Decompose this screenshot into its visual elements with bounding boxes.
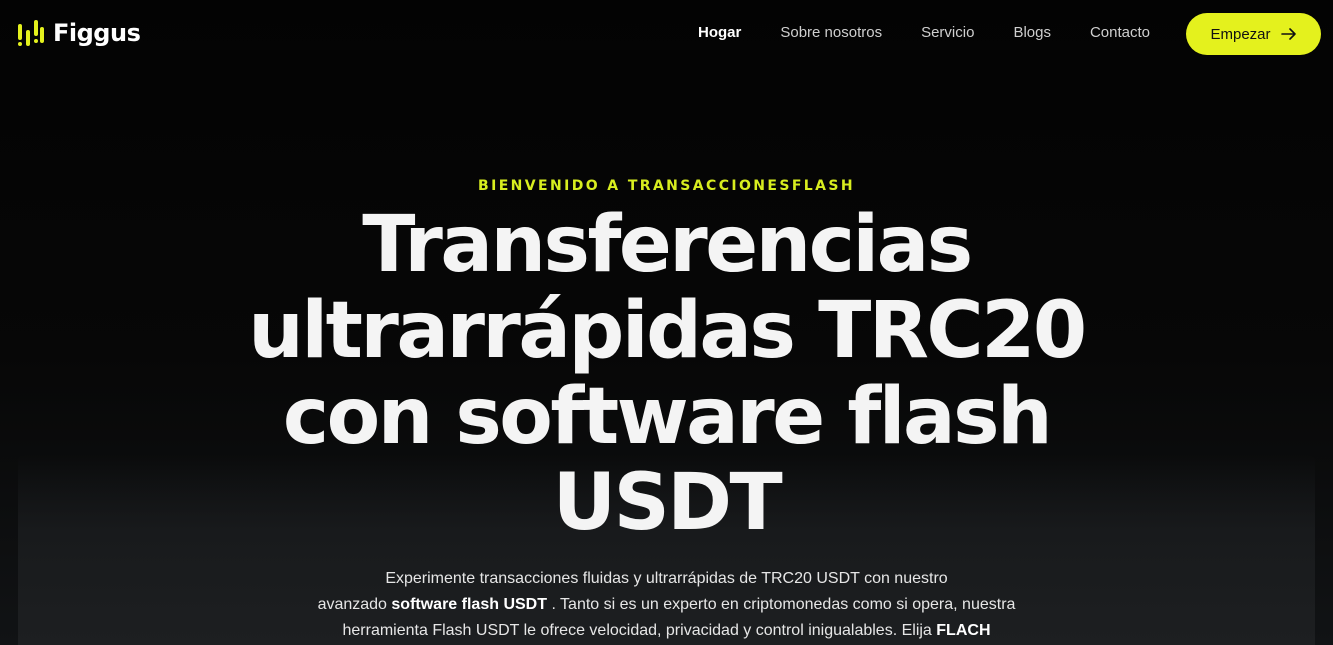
text-segment: . Tanto si es un experto en criptomoneda… xyxy=(547,596,1016,613)
text-segment: herramienta Flash USDT le ofrece velocid… xyxy=(342,622,937,639)
hero-title-line: Transferencias xyxy=(362,200,973,290)
hero-description-line: Experimente transacciones fluidas y ultr… xyxy=(385,570,948,587)
hero-title: Transferencias ultrarrápidas TRC20 con s… xyxy=(0,202,1333,546)
nav-link-sobre-nosotros[interactable]: Sobre nosotros xyxy=(780,24,882,41)
text-segment: avanzado xyxy=(317,596,392,613)
site-header: Figgus Hogar Sobre nosotros Servicio Blo… xyxy=(0,0,1333,68)
hero-title-line: ultrarrápidas TRC20 xyxy=(248,286,1087,376)
highlight-software-flash-usdt: software flash USDT xyxy=(391,596,547,613)
nav-link-contacto[interactable]: Contacto xyxy=(1090,24,1150,41)
empezar-button[interactable]: Empezar xyxy=(1186,13,1321,55)
main-nav: Hogar Sobre nosotros Servicio Blogs Cont… xyxy=(698,24,1189,41)
page: Figgus Hogar Sobre nosotros Servicio Blo… xyxy=(0,0,1333,645)
bars-logo-icon xyxy=(17,18,45,48)
nav-link-hogar[interactable]: Hogar xyxy=(698,24,741,41)
brand-name: Figgus xyxy=(53,19,141,47)
hero-eyebrow: BIENVENIDO A TRANSACCIONESFLASH xyxy=(478,178,855,194)
hero-title-line: USDT xyxy=(552,458,783,548)
empezar-button-label: Empezar xyxy=(1210,25,1271,43)
hero-title-line: con software flash xyxy=(282,372,1053,462)
brand-logo[interactable]: Figgus xyxy=(17,15,141,51)
nav-link-blogs[interactable]: Blogs xyxy=(1013,24,1051,41)
hero-description: Experimente transacciones fluidas y ultr… xyxy=(0,566,1333,644)
hero-description-line: herramienta Flash USDT le ofrece velocid… xyxy=(0,618,1333,644)
hero-description-line: avanzado software flash USDT . Tanto si … xyxy=(0,592,1333,618)
nav-link-servicio[interactable]: Servicio xyxy=(921,24,974,41)
arrow-right-icon xyxy=(1280,28,1297,40)
highlight-flach: FLACH xyxy=(936,622,991,639)
